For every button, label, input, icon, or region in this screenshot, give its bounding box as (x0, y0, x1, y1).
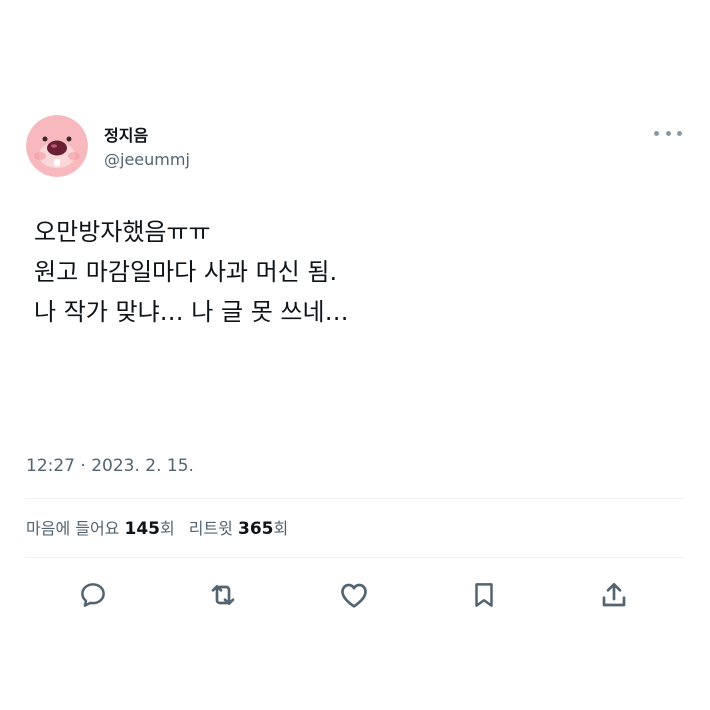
bookmark-button[interactable] (464, 575, 504, 615)
retweets-count: 365 (238, 519, 274, 539)
likes-stat[interactable]: 마음에 들어요 145회 (26, 519, 175, 539)
reply-icon (81, 583, 105, 607)
reply-button[interactable] (73, 575, 113, 615)
likes-label: 마음에 들어요 (26, 519, 120, 538)
divider (26, 557, 684, 558)
retweets-suffix: 회 (273, 519, 289, 538)
tweet-text: 오만방자했음ㅠㅠ 원고 마감일마다 사과 머신 됨. 나 작가 맞냐… 나 글 … (34, 212, 674, 332)
share-button[interactable] (594, 575, 634, 615)
author-handle[interactable]: @jeeummj (104, 150, 190, 169)
pink-beaver-avatar-icon (26, 115, 88, 177)
retweet-icon (211, 585, 235, 605)
more-dot-icon (677, 130, 682, 136)
tweet-line: 오만방자했음ㅠㅠ (34, 218, 211, 246)
more-options-button[interactable] (654, 123, 682, 143)
retweets-stat[interactable]: 리트윗 365회 (188, 519, 289, 539)
tweet-line: 원고 마감일마다 사과 머신 됨. (34, 258, 338, 286)
likes-suffix: 회 (160, 519, 175, 538)
divider (26, 498, 684, 499)
retweets-label: 리트윗 (188, 519, 233, 538)
more-dot-icon (654, 130, 659, 136)
avatar[interactable] (26, 115, 88, 177)
more-dot-icon (665, 130, 671, 136)
bookmark-icon (475, 583, 493, 607)
heart-icon (341, 583, 367, 608)
retweet-button[interactable] (203, 575, 243, 615)
like-button[interactable] (334, 575, 374, 615)
engagement-stats: 마음에 들어요 145회 리트윗 365회 (26, 515, 288, 539)
tweet-timestamp[interactable]: 12:27 · 2023. 2. 15. (26, 456, 194, 476)
likes-count: 145 (124, 519, 161, 539)
tweet-line: 나 작가 맞냐… 나 글 못 쓰네… (34, 298, 349, 326)
author-display-name[interactable]: 정지음 (104, 122, 148, 146)
share-icon (602, 583, 626, 607)
